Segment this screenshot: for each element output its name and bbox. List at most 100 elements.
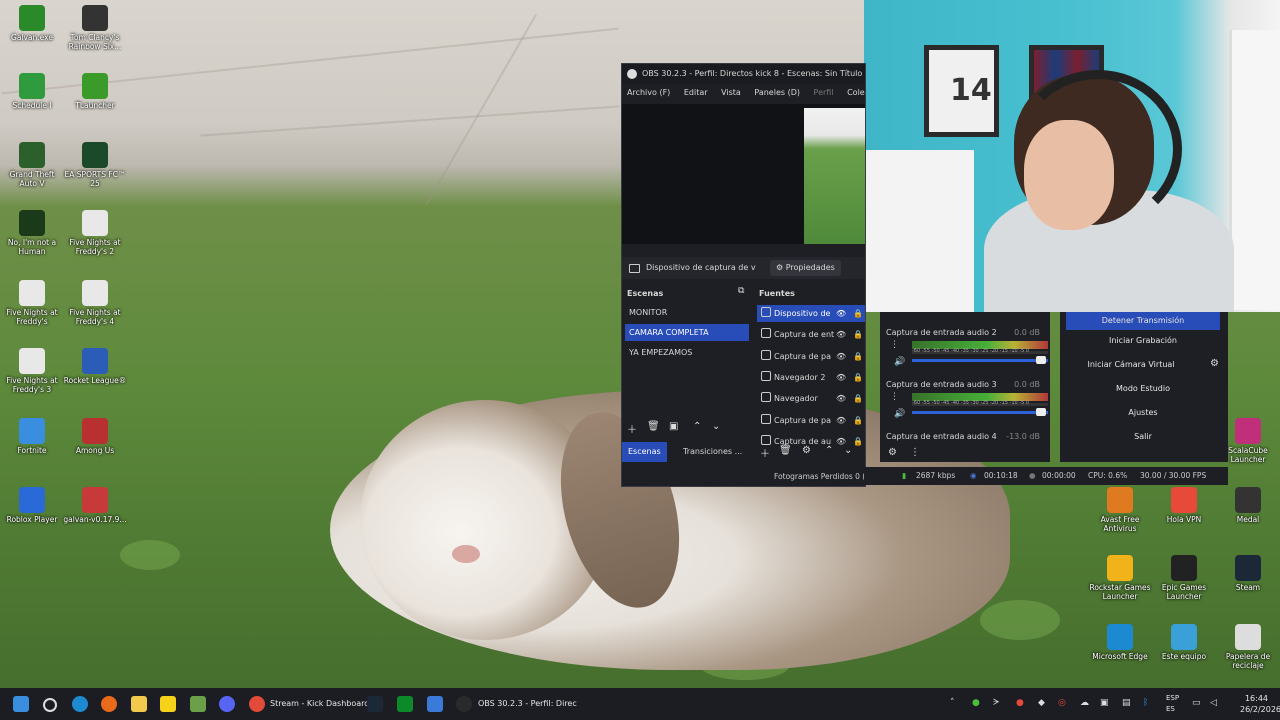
firefox-icon[interactable] [101,696,117,712]
stop-stream-button[interactable]: Detener Transmisión [1066,312,1220,330]
steam-icon[interactable] [367,696,383,712]
volume-slider[interactable] [912,411,1048,414]
source-item[interactable]: Captura de pa 👁 🔒 [757,412,865,429]
visibility-eye-icon[interactable]: 👁 [836,390,846,407]
desktop-icon[interactable]: Hola VPN [1152,487,1216,524]
menu-coleccion[interactable]: Colección [847,88,865,97]
clock[interactable]: 16:44 26/2/2026 [1240,693,1280,715]
tray-red-icon[interactable]: ◎ [1058,698,1066,708]
desktop-icon[interactable]: Five Nights at Freddy's [0,280,64,326]
add-scene-icon[interactable]: ＋ [627,421,637,436]
desktop-icon[interactable]: Five Nights at Freddy's 2 [63,210,127,256]
volume-slider[interactable] [912,359,1048,362]
desktop-icon[interactable]: galvan-v0.17.9... [63,487,127,524]
tray-drop-icon[interactable]: ◆ [1038,698,1045,708]
remove-scene-icon[interactable]: 🗑 [647,421,660,432]
desktop-icon[interactable]: Roblox Player [0,487,64,524]
tray-chevron-icon[interactable]: ˄ [950,698,955,708]
lock-icon[interactable]: 🔒 [853,390,863,407]
start-recording-button[interactable]: Iniciar Grabación [1066,332,1220,350]
start-virtual-camera-button[interactable]: Iniciar Cámara Virtual [1066,356,1196,374]
move-down-icon[interactable]: ⌄ [712,421,720,432]
lock-icon[interactable]: 🔒 [853,348,863,365]
menu-editar[interactable]: Editar [684,88,708,97]
desktop-icon[interactable]: Galvan.exe [0,5,64,42]
settings-button[interactable]: Ajustes [1066,404,1220,422]
network-icon[interactable]: ▭ [1192,698,1201,708]
source-item[interactable]: Dispositivo de 👁 🔒 [757,305,865,322]
source-item[interactable]: Navegador 👁 🔒 [757,390,865,407]
visibility-eye-icon[interactable]: 👁 [836,369,846,386]
search-icon[interactable] [43,698,57,712]
desktop-icon[interactable]: Fortnite [0,418,64,455]
mixer-settings-icon[interactable]: ⚙ [888,447,897,458]
desktop-icon[interactable]: No, I'm not a Human [0,210,64,256]
tray-monitor-icon[interactable]: ▣ [1100,698,1109,708]
taskbar-app-obs[interactable]: OBS 30.2.3 - Perfil: Direc [478,688,577,720]
desktop-icon[interactable]: TLauncher [63,73,127,110]
desktop-icon[interactable]: Five Nights at Freddy's 3 [0,348,64,394]
discord-icon[interactable] [219,696,235,712]
visibility-eye-icon[interactable]: 👁 [836,412,846,429]
channel-menu-icon[interactable]: ⋮ [890,392,899,402]
language-indicator[interactable]: ESP ES [1166,693,1179,715]
source-item[interactable]: Captura de ent 👁 🔒 [757,326,865,343]
visibility-eye-icon[interactable]: 👁 [836,348,846,365]
tray-cloud-icon[interactable]: ☁ [1080,698,1089,708]
lock-icon[interactable]: 🔒 [853,326,863,343]
menu-archivo[interactable]: Archivo (F) [627,88,670,97]
properties-button[interactable]: ⚙ Propiedades [770,260,841,276]
tray-kb-icon[interactable]: ▤ [1122,698,1131,708]
desktop-icon[interactable]: Este equipo [1152,624,1216,661]
tab-transiciones[interactable]: Transiciones ... [677,442,748,462]
desktop-icon[interactable]: Papelera de reciclaje [1216,624,1280,670]
scene-item[interactable]: YA EMPEZAMOS [625,344,749,361]
tray-wifi-icon[interactable]: ᗒ [993,698,1000,708]
tray-bt-icon[interactable]: ᛒ [1143,698,1148,708]
desktop-icon[interactable]: Schedule I [0,73,64,110]
desktop-icon[interactable]: Among Us [63,418,127,455]
volume-slider-knob[interactable] [1036,356,1046,364]
edge-icon[interactable] [72,696,88,712]
desktop-icon[interactable]: Tom Clancy's Rainbow Six... [63,5,127,51]
tray-mic-icon[interactable]: ● [1016,698,1024,708]
speaker-icon[interactable]: 🔊 [894,357,905,367]
desktop-icon[interactable]: Grand Theft Auto V [0,142,64,188]
scene-item[interactable]: CAMARA COMPLETA [625,324,749,341]
taskbar-app-kick[interactable]: Stream - Kick Dashboard [270,688,369,720]
visibility-eye-icon[interactable]: 👁 [836,326,846,343]
virtual-camera-gear-icon[interactable]: ⚙ [1210,358,1219,369]
desktop-icon[interactable]: Epic Games Launcher [1152,555,1216,601]
volume-slider-knob[interactable] [1036,408,1046,416]
desktop-icon[interactable]: Rocket League® [63,348,127,385]
move-up-icon[interactable]: ⌃ [693,421,701,432]
tab-escenas[interactable]: Escenas [622,442,667,462]
windows-start-icon[interactable] [13,696,29,712]
source-item[interactable]: Captura de pa 👁 🔒 [757,348,865,365]
scene-item[interactable]: MONITOR [625,304,749,321]
scene-filter-icon[interactable]: ▣ [669,421,678,432]
obs-taskbar-icon[interactable] [456,696,472,712]
desktop-icon[interactable]: Five Nights at Freddy's 4 [63,280,127,326]
volume-icon[interactable]: ◁ [1210,698,1217,708]
file-explorer-icon[interactable] [131,696,147,712]
exit-button[interactable]: Salir [1066,428,1220,446]
studio-mode-button[interactable]: Modo Estudio [1066,380,1220,398]
tray-app-icon[interactable]: ● [972,698,980,708]
channel-menu-icon[interactable]: ⋮ [890,340,899,350]
desktop-icon[interactable]: Steam [1216,555,1280,592]
gta-icon[interactable] [190,696,206,712]
xbox-icon[interactable] [397,696,413,712]
desktop-icon[interactable]: Medal [1216,487,1280,524]
visibility-eye-icon[interactable]: 👁 [836,305,846,322]
lock-icon[interactable]: 🔒 [853,412,863,429]
desktop-icon[interactable]: Avast Free Antivirus [1088,487,1152,533]
menu-paneles[interactable]: Paneles (D) [754,88,800,97]
network-app-icon[interactable] [427,696,443,712]
sticky-notes-icon[interactable] [160,696,176,712]
mixer-menu-icon[interactable]: ⋮ [910,447,920,458]
desktop-icon[interactable]: EA SPORTS FC™ 25 [63,142,127,188]
speaker-icon[interactable]: 🔊 [894,409,905,419]
source-item[interactable]: Navegador 2 👁 🔒 [757,369,865,386]
obs-titlebar[interactable]: OBS 30.2.3 - Perfil: Directos kick 8 - E… [622,64,865,84]
